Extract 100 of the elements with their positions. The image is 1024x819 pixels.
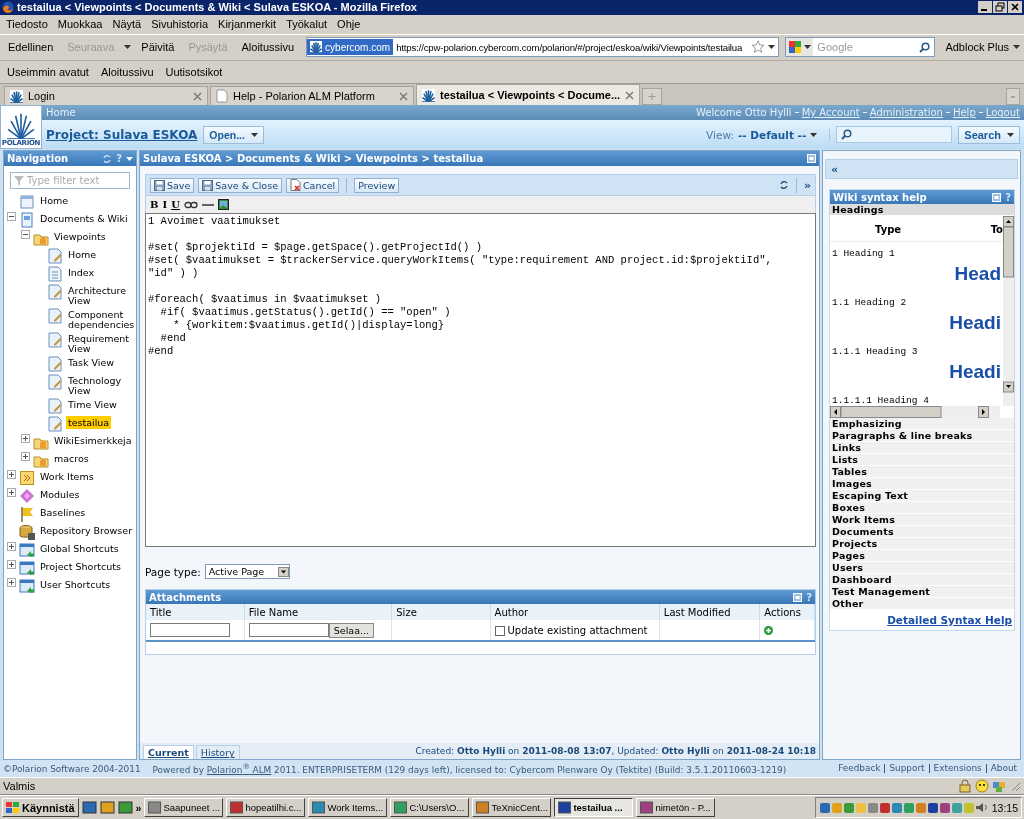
tree-item[interactable]: Component dependencies bbox=[66, 308, 137, 332]
column-header: To bbox=[990, 224, 1003, 236]
bookmark-link[interactable]: Useimmin avatut bbox=[3, 65, 93, 78]
section-header[interactable]: Emphasizing bbox=[830, 418, 1014, 431]
menu-item[interactable]: Ohje bbox=[332, 18, 366, 31]
column-header: Type bbox=[875, 224, 903, 236]
tree-item[interactable]: User Shortcuts bbox=[38, 578, 113, 592]
tree-item[interactable]: Global Shortcuts bbox=[38, 542, 121, 556]
page-type-dropdown[interactable]: Active Page bbox=[204, 564, 290, 580]
heading-preview: Headi bbox=[948, 361, 1001, 385]
browser-tab[interactable]: testailua < Viewpoints < Docume... bbox=[416, 84, 641, 106]
addon-button[interactable]: Adblock Plus bbox=[945, 41, 1009, 54]
section-header[interactable]: Tables bbox=[830, 466, 1014, 479]
tree-item[interactable]: Home bbox=[66, 248, 99, 262]
taskbar-button[interactable]: Saapuneet ... bbox=[144, 798, 224, 818]
column-header: Author bbox=[490, 604, 660, 621]
taskbar-button[interactable]: C:\Users\O... bbox=[390, 798, 470, 818]
tree-item[interactable]: Time View bbox=[66, 398, 119, 412]
tree-item[interactable]: Project Shortcuts bbox=[38, 560, 123, 574]
tree-item[interactable]: Viewpoints bbox=[52, 230, 108, 244]
tree-item[interactable]: Home bbox=[38, 194, 71, 208]
tree-item[interactable]: Repository Browser bbox=[38, 524, 135, 538]
menu-item[interactable]: Sivuhistoria bbox=[146, 18, 214, 31]
taskbar-button[interactable]: Work Items... bbox=[308, 798, 388, 818]
panel-title: Navigation bbox=[7, 153, 70, 165]
tree-item[interactable]: macros bbox=[52, 452, 91, 466]
editor-button[interactable]: Cancel bbox=[286, 177, 340, 193]
code-editor[interactable]: 1 Avoimet vaatimukset #set( $projektiId = $page.getSpace().getProjectId() ) #set( $vaatimukset = $trackerService.queryWorkItems( "type:requirement AND project.id:$projektiId", "id" ) ) #foreach( $vaatimus in $vaatimukset ) #if( $vaatimus.getStatus().getId() == "open" ) * {workitem:$vaatimus.getId()|display=long} #end #end bbox=[145, 213, 816, 548]
open-button[interactable]: Open... bbox=[203, 125, 264, 144]
section-header[interactable]: Test Management bbox=[830, 586, 1014, 599]
start-button[interactable]: Käynnistä bbox=[2, 798, 79, 818]
window-title: testailua < Viewpoints < Documents & Wiki < Sulava ESKOA - Mozilla Firefox bbox=[17, 1, 418, 14]
panel-title: Wiki syntax help bbox=[833, 191, 928, 203]
tree-item[interactable]: Requirement View bbox=[66, 332, 136, 356]
toolbar-button[interactable]: Aloitussivu bbox=[237, 39, 299, 56]
section-header[interactable]: Lists bbox=[830, 454, 1014, 467]
menu-item[interactable]: Kirjanmerkit bbox=[213, 18, 282, 31]
footer-link[interactable]: Extensions bbox=[928, 764, 986, 774]
editor-button[interactable]: Preview bbox=[354, 177, 400, 193]
browser-tab[interactable]: Login bbox=[4, 86, 208, 106]
toolbar-button[interactable]: Päivitä bbox=[137, 39, 179, 56]
tree-item[interactable]: WikiEsimerkkeja bbox=[52, 434, 134, 448]
section-header[interactable]: Boxes bbox=[830, 502, 1014, 515]
search-button[interactable]: Search bbox=[958, 125, 1020, 144]
format-button[interactable]: I bbox=[162, 199, 168, 211]
section-header[interactable]: Images bbox=[830, 478, 1014, 491]
format-button[interactable]: B bbox=[150, 199, 159, 211]
tab[interactable]: History bbox=[195, 745, 240, 760]
tree-item[interactable]: Architecture View bbox=[66, 284, 136, 308]
tab[interactable]: Current bbox=[143, 745, 194, 760]
footer-link[interactable]: About bbox=[985, 764, 1021, 774]
tree-item[interactable]: Index bbox=[66, 266, 97, 280]
tree-item[interactable]: Documents & Wiki bbox=[38, 212, 130, 226]
section-header[interactable]: Projects bbox=[830, 538, 1014, 551]
section-header[interactable]: Dashboard bbox=[830, 574, 1014, 587]
menu-item[interactable]: Näytä bbox=[107, 18, 147, 31]
site-identity-button[interactable]: cybercom.com bbox=[307, 39, 394, 56]
column-header: File Name bbox=[244, 604, 392, 621]
tree-item[interactable]: Work Items bbox=[38, 470, 96, 484]
editor-button[interactable]: Save & Close bbox=[198, 177, 282, 193]
address-field[interactable]: cybercom.com https://cpw-polarion.cybercom.com/polarion/#/project/eskoa/wiki/Viewpoints/testailua bbox=[306, 37, 780, 58]
section-header[interactable]: Pages bbox=[830, 550, 1014, 563]
tree-item[interactable]: Baselines bbox=[38, 506, 88, 520]
bookmark-link[interactable]: Uutisotsikot bbox=[161, 65, 227, 78]
taskbar-button[interactable]: nimetön - P... bbox=[636, 798, 716, 818]
product-link[interactable]: Polarion$^{®}$ ALM bbox=[206, 765, 272, 776]
section-header[interactable]: Work Items bbox=[830, 514, 1014, 527]
more-button[interactable]: » bbox=[135, 801, 142, 814]
browser-tab[interactable]: Help - Polarion ALM Platform bbox=[210, 86, 414, 106]
expand-button[interactable]: « bbox=[831, 162, 839, 176]
browse-button[interactable]: Selaa... bbox=[328, 622, 374, 638]
menu-item[interactable]: Työkalut bbox=[281, 18, 333, 31]
toolbar-button[interactable]: Edellinen bbox=[4, 39, 58, 56]
help-link[interactable]: Detailed Syntax Help bbox=[830, 610, 1014, 631]
tree-item[interactable]: Technology View bbox=[66, 374, 136, 398]
section-header[interactable]: Documents bbox=[830, 526, 1014, 539]
taskbar-button[interactable]: testailua ... bbox=[554, 798, 634, 818]
tree-item[interactable]: testailua bbox=[66, 416, 112, 430]
editor-button[interactable]: Save bbox=[150, 177, 195, 193]
section-header[interactable]: Headings bbox=[830, 204, 1014, 217]
syntax-example: 1.1 Heading 2 bbox=[832, 297, 908, 309]
taskbar-button[interactable]: hopeatilhi.c... bbox=[226, 798, 306, 818]
format-button[interactable]: U bbox=[171, 199, 180, 211]
menu-item[interactable]: Muokkaa bbox=[52, 18, 108, 31]
tree-item[interactable]: Modules bbox=[38, 488, 82, 502]
footer-link[interactable]: Support bbox=[884, 764, 929, 774]
view-dropdown[interactable]: -- Default -- bbox=[737, 128, 807, 141]
project-link[interactable]: Project: Sulava ESKOA bbox=[46, 127, 198, 142]
column-header: Last Modified bbox=[659, 604, 760, 621]
section-header[interactable]: Escaping Text bbox=[830, 490, 1014, 503]
section-header[interactable]: Paragraphs & line breaks bbox=[830, 430, 1014, 443]
footer-link[interactable]: Feedback bbox=[834, 764, 885, 774]
collapse-button[interactable]: » bbox=[803, 178, 811, 192]
section-header[interactable]: Users bbox=[830, 562, 1014, 575]
section-header[interactable]: Other bbox=[830, 598, 1014, 611]
menu-item[interactable]: Tiedosto bbox=[1, 18, 53, 31]
tree-item[interactable]: Task View bbox=[66, 356, 117, 370]
section-header[interactable]: Links bbox=[830, 442, 1014, 455]
bookmark-link[interactable]: Aloitussivu bbox=[96, 65, 158, 78]
taskbar-button[interactable]: TeXnicCent... bbox=[472, 798, 552, 818]
